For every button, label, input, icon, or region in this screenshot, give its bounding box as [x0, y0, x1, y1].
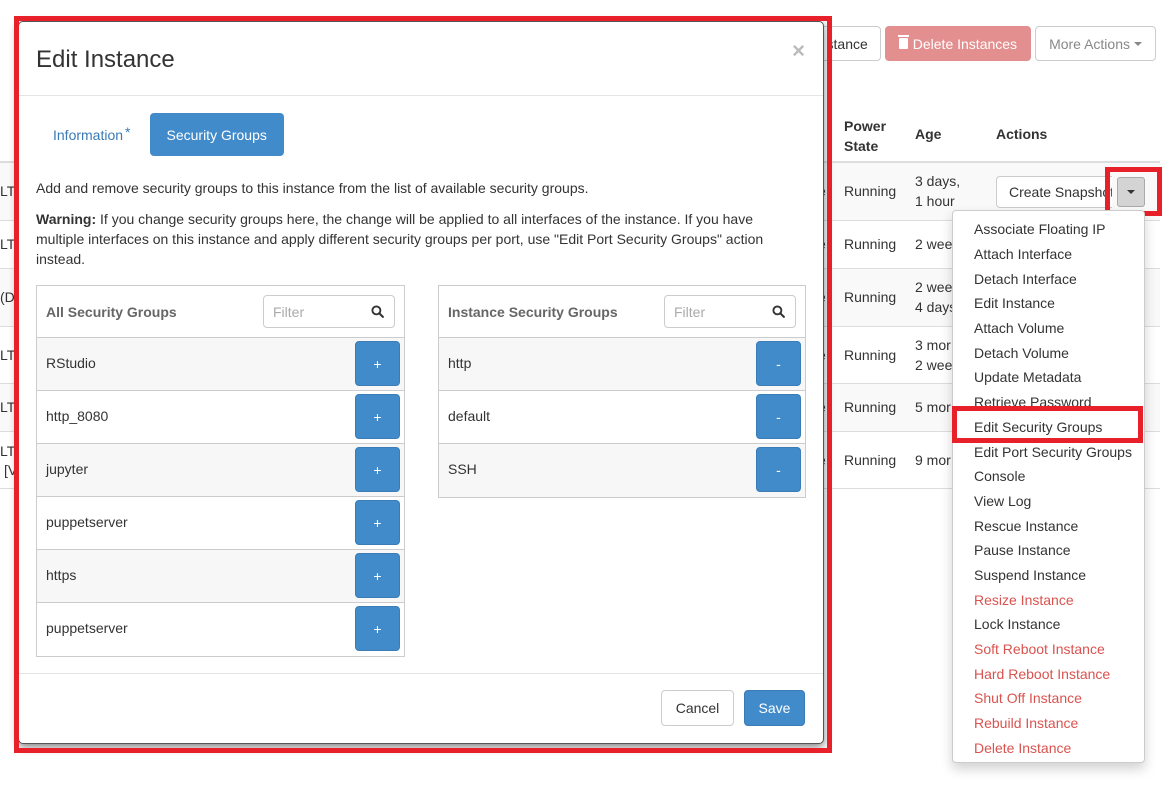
menu-item-rescue-instance[interactable]: Rescue Instance	[953, 513, 1144, 538]
age-cell: 3 days,	[915, 173, 961, 189]
more-actions-label: More Actions	[1049, 35, 1130, 52]
delete-instances-button[interactable]: Delete Instances	[884, 26, 1032, 61]
menu-item-suspend-instance[interactable]: Suspend Instance	[953, 563, 1144, 588]
menu-item-attach-interface[interactable]: Attach Interface	[953, 242, 1144, 267]
power-state-cell: Running	[844, 399, 897, 415]
menu-item-attach-volume[interactable]: Attach Volume	[953, 316, 1144, 341]
power-state-cell: Running	[844, 183, 897, 199]
menu-item-pause-instance[interactable]: Pause Instance	[953, 538, 1144, 563]
menu-item-view-log[interactable]: View Log	[953, 489, 1144, 514]
power-state-cell: Running	[844, 289, 897, 305]
header-actions: Actions	[996, 126, 1048, 142]
row-action-group: Create Snapshot	[996, 176, 1112, 208]
menu-item-console[interactable]: Console	[953, 464, 1144, 489]
menu-item-update-metadata[interactable]: Update Metadata	[953, 365, 1144, 390]
power-state-cell: Running	[844, 451, 897, 468]
menu-item-delete-instance[interactable]: Delete Instance	[953, 735, 1144, 760]
row-actions-menu: Associate Floating IP Attach Interface Det…	[952, 210, 1145, 763]
menu-item-rebuild-instance[interactable]: Rebuild Instance	[953, 711, 1144, 736]
age-cell: 2 wee	[915, 279, 953, 295]
age-cell-line2: 4 days	[915, 299, 957, 315]
age-cell-line2: 1 hour	[915, 193, 955, 209]
age-cell: 3 mor	[915, 336, 951, 353]
delete-instances-label: Delete Instances	[912, 35, 1018, 52]
power-state-cell: Running	[844, 346, 897, 363]
menu-item-resize-instance[interactable]: Resize Instance	[953, 587, 1144, 612]
menu-item-lock-instance[interactable]: Lock Instance	[953, 612, 1144, 637]
menu-item-hard-reboot-instance[interactable]: Hard Reboot Instance	[953, 661, 1144, 686]
caret-down-icon	[1134, 41, 1142, 46]
menu-item-soft-reboot-instance[interactable]: Soft Reboot Instance	[953, 637, 1144, 662]
more-actions-button[interactable]: More Actions	[1035, 26, 1156, 61]
menu-item-associate-floating-ip[interactable]: Associate Floating IP	[953, 217, 1144, 242]
menu-item-detach-interface[interactable]: Detach Interface	[953, 266, 1144, 291]
menu-item-detach-volume[interactable]: Detach Volume	[953, 340, 1144, 365]
age-cell: 9 mor	[915, 451, 951, 468]
annotation-highlight-modal	[14, 16, 832, 753]
instances-toolbar: stance Delete Instances More Actions	[820, 26, 1156, 61]
annotation-highlight-toggle	[1105, 167, 1162, 216]
age-cell: 2 wee	[915, 236, 953, 252]
age-cell-line2: 2 wee	[915, 356, 953, 373]
annotation-highlight-menu-item	[952, 406, 1143, 443]
trash-icon	[897, 35, 909, 49]
header-power-state: Power State	[844, 118, 887, 154]
menu-item-edit-instance[interactable]: Edit Instance	[953, 291, 1144, 316]
age-cell: 5 mor	[915, 399, 951, 415]
power-state-cell: Running	[844, 236, 897, 252]
header-age: Age	[915, 126, 942, 142]
create-snapshot-button[interactable]: Create Snapshot	[996, 176, 1112, 208]
launch-instance-label: stance	[826, 35, 868, 52]
menu-item-shut-off-instance[interactable]: Shut Off Instance	[953, 686, 1144, 711]
